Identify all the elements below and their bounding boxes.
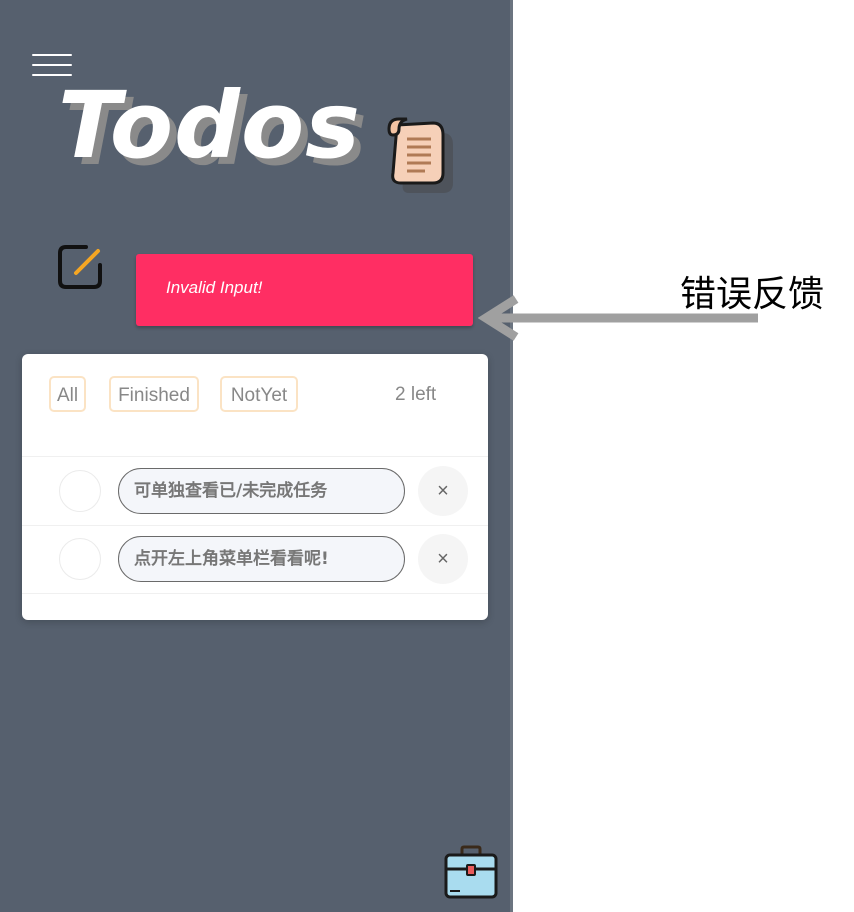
todo-text[interactable]: 点开左上角菜单栏看看呢! — [118, 536, 405, 582]
app-title: Todos — [58, 72, 361, 179]
todo-item: 可单独查看已/未完成任务 × — [22, 456, 488, 526]
scroll-icon — [387, 117, 453, 193]
input-error-message[interactable]: Invalid Input! — [136, 254, 473, 326]
todo-checkbox[interactable] — [59, 538, 101, 580]
toolbox-icon[interactable] — [442, 845, 500, 899]
delete-button[interactable]: × — [418, 466, 468, 516]
error-text: Invalid Input! — [166, 278, 263, 297]
todo-card: All Finished NotYet 2 left 可单独查看已/未完成任务 … — [22, 354, 488, 620]
remaining-count: 2 left — [395, 384, 437, 405]
filter-notyet-button[interactable]: NotYet — [220, 376, 298, 412]
filter-all-button[interactable]: All — [49, 376, 86, 412]
edit-icon[interactable] — [56, 243, 104, 291]
todo-checkbox[interactable] — [59, 470, 101, 512]
delete-button[interactable]: × — [418, 534, 468, 584]
panel-edge — [510, 0, 513, 912]
todo-app-panel: Todos Invalid Input! All Finished NotYet… — [0, 0, 512, 912]
todo-text[interactable]: 可单独查看已/未完成任务 — [118, 468, 405, 514]
filter-finished-button[interactable]: Finished — [109, 376, 199, 412]
annotation-arrow-icon — [478, 295, 758, 341]
todo-item: 点开左上角菜单栏看看呢! × — [22, 525, 488, 594]
